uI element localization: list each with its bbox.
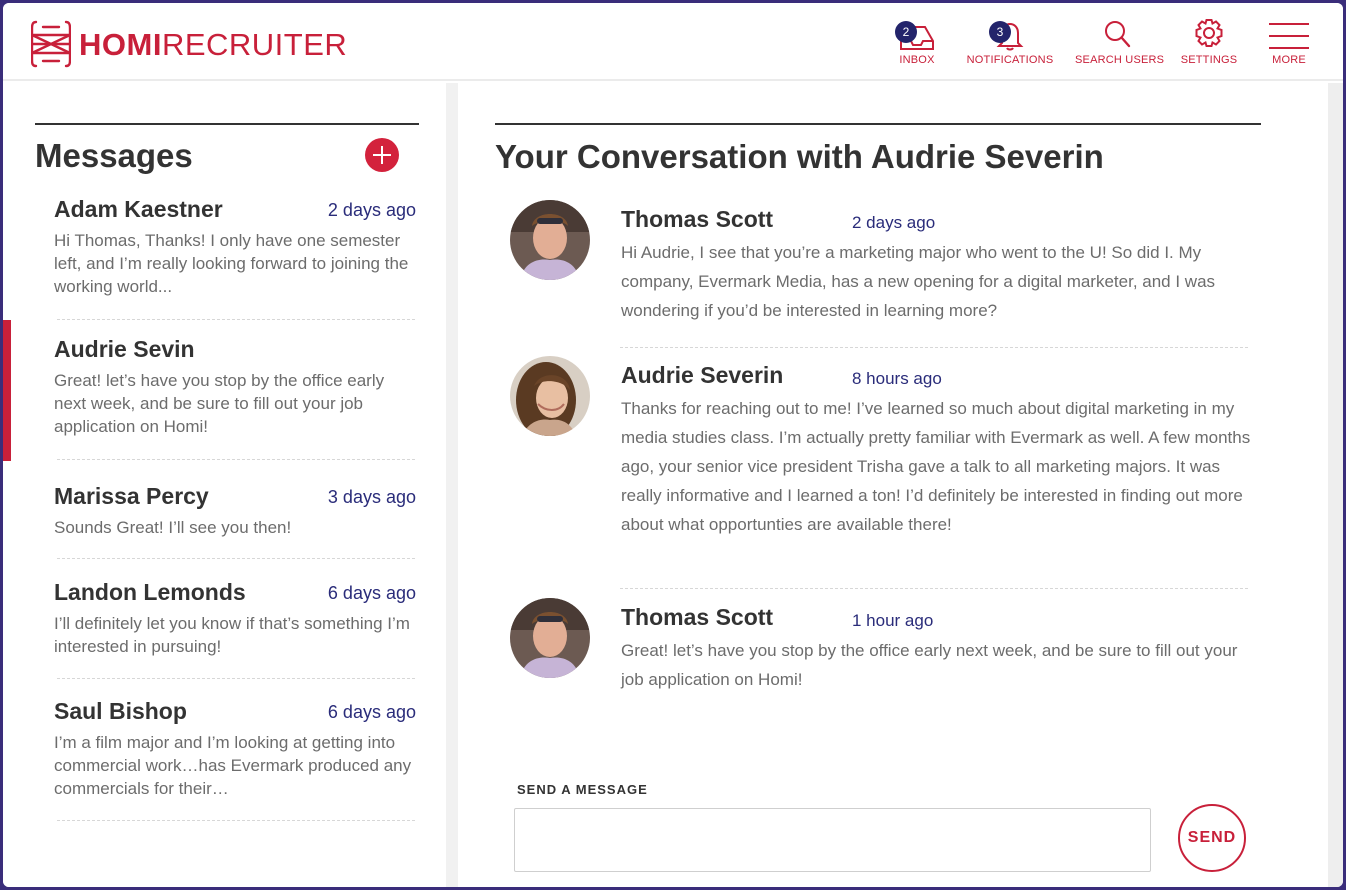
notifications-count-badge: 3 (989, 21, 1011, 43)
app-window: HOMIRECRUITER 2 INBOX 3 NOTIFICATIONS SE… (3, 3, 1343, 887)
top-navigation-bar: HOMIRECRUITER 2 INBOX 3 NOTIFICATIONS SE… (3, 3, 1343, 81)
nav-settings[interactable]: SETTINGS (1179, 17, 1239, 75)
active-thread-indicator (3, 320, 11, 461)
nav-more[interactable]: MORE (1267, 17, 1311, 75)
hamburger-icon (1269, 23, 1309, 49)
nav-inbox-label: INBOX (899, 54, 935, 66)
thread-time: 6 days ago (327, 702, 416, 722)
homi-recruiter-logo[interactable]: HOMIRECRUITER (31, 19, 347, 69)
thread-separator (57, 319, 415, 320)
thread-preview: I’ll definitely let you know if that’s s… (54, 614, 410, 656)
thread-separator (57, 820, 415, 821)
thread-time: 2 days ago (327, 200, 416, 220)
message-separator (620, 588, 1248, 589)
thread-item[interactable]: Landon Lemonds 6 days ago I’ll definitel… (54, 579, 416, 658)
thread-separator (57, 558, 415, 559)
gear-icon (1195, 19, 1223, 47)
thread-time: 3 days ago (327, 487, 416, 507)
conversation-scrollbar[interactable] (1328, 83, 1343, 887)
nav-notifications-label: NOTIFICATIONS (966, 54, 1054, 66)
send-message-label: SEND A MESSAGE (517, 782, 648, 797)
avatar-image (510, 598, 590, 678)
thread-item[interactable]: Saul Bishop 6 days ago I’m a film major … (54, 698, 416, 800)
thread-time: 6 days ago (327, 583, 416, 603)
thread-separator (57, 678, 415, 679)
logo-wordmark: HOMIRECRUITER (79, 29, 347, 60)
message-sender: Audrie Severin (621, 362, 784, 388)
avatar-thomas-scott[interactable] (510, 200, 590, 280)
nav-inbox[interactable]: 2 INBOX (891, 17, 943, 75)
message-time: 1 hour ago (852, 611, 934, 630)
message-body: Great! let’s have you stop by the office… (621, 641, 1238, 689)
message-input[interactable] (514, 808, 1151, 872)
logo-part-recruiter: RECRUITER (161, 26, 348, 62)
message-time: 8 hours ago (852, 369, 942, 388)
messages-title: Messages (35, 137, 193, 174)
thread-item-active[interactable]: Audrie Sevin Great! let’s have you stop … (54, 336, 416, 438)
nav-search-users[interactable]: SEARCH USERS (1075, 17, 1165, 75)
message-separator (620, 347, 1248, 348)
messages-scrollbar[interactable] (446, 83, 458, 887)
messages-pane: Messages Adam Kaestner 2 days ago Hi Tho… (3, 83, 458, 887)
inbox-count-badge: 2 (895, 21, 917, 43)
search-icon (1105, 21, 1131, 48)
message-body: Thanks for reaching out to me! I’ve lear… (621, 399, 1251, 534)
thread-item[interactable]: Marissa Percy 3 days ago Sounds Great! I… (54, 483, 416, 539)
thread-preview: Great! let’s have you stop by the office… (54, 371, 385, 436)
thread-preview: I’m a film major and I’m looking at gett… (54, 733, 412, 798)
message-time: 2 days ago (852, 213, 936, 232)
messages-top-rule (35, 123, 419, 125)
message-sender: Thomas Scott (621, 206, 774, 232)
message-sender: Thomas Scott (621, 604, 774, 630)
conversation-title: Your Conversation with Audrie Severin (495, 138, 1104, 175)
thread-separator (57, 459, 415, 460)
nav-notifications[interactable]: 3 NOTIFICATIONS (963, 17, 1057, 75)
message-body: Hi Audrie, I see that you’re a marketing… (621, 243, 1216, 320)
send-button[interactable]: SEND (1178, 804, 1246, 872)
nav-search-users-label: SEARCH USERS (1075, 54, 1165, 66)
logo-part-homi: HOMI (79, 26, 162, 62)
nav-settings-label: SETTINGS (1180, 54, 1238, 66)
conversation-top-rule (495, 123, 1261, 125)
new-message-button[interactable] (365, 138, 399, 172)
thread-name: Audrie Sevin (54, 336, 195, 362)
thread-preview: Sounds Great! I’ll see you then! (54, 518, 292, 537)
nav-more-label: MORE (1272, 54, 1306, 66)
avatar-thomas-scott[interactable] (510, 598, 590, 678)
avatar-image (510, 200, 590, 280)
avatar-image (510, 356, 590, 436)
thread-preview: Hi Thomas, Thanks! I only have one semes… (54, 231, 409, 296)
message-item: Audrie Severin 8 hours ago Thanks for re… (510, 356, 1255, 576)
homi-logo-icon (31, 20, 71, 68)
thread-item[interactable]: Adam Kaestner 2 days ago Hi Thomas, Than… (54, 196, 416, 298)
message-item: Thomas Scott 2 days ago Hi Audrie, I see… (510, 200, 1255, 330)
conversation-pane: Your Conversation with Audrie Severin Th… (458, 83, 1328, 887)
message-item: Thomas Scott 1 hour ago Great! let’s hav… (510, 598, 1255, 698)
avatar-audrie-severin[interactable] (510, 356, 590, 436)
